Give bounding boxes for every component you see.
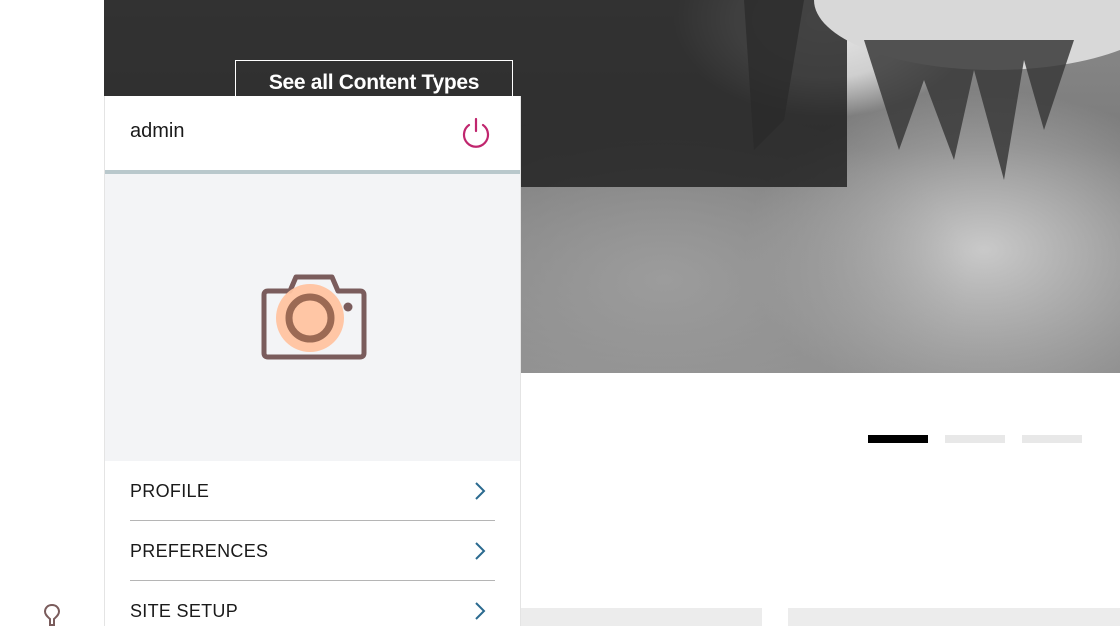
carousel-indicator-1[interactable] (868, 435, 928, 443)
menu-item-preferences[interactable]: PREFERENCES (130, 521, 495, 581)
camera-icon[interactable] (260, 271, 368, 361)
user-menu-list: PROFILE PREFERENCES SITE SETUP (105, 461, 520, 626)
avatar-upload-area[interactable] (105, 174, 520, 461)
location-pin-icon[interactable] (40, 603, 64, 627)
user-panel-header: admin (105, 96, 520, 174)
menu-item-site-setup[interactable]: SITE SETUP (130, 581, 495, 626)
hero-flower-image (744, 0, 1120, 180)
carousel-indicator-2[interactable] (945, 435, 1005, 443)
left-toolbar (0, 0, 104, 626)
menu-item-label: SITE SETUP (130, 601, 239, 621)
carousel-indicator-3[interactable] (1022, 435, 1082, 443)
username-label: admin (130, 120, 185, 142)
menu-item-label: PROFILE (130, 481, 210, 501)
menu-item-label: PREFERENCES (130, 541, 269, 561)
chevron-right-icon (475, 542, 486, 560)
chevron-right-icon (475, 602, 486, 620)
power-icon[interactable] (458, 115, 494, 151)
chevron-right-icon (475, 482, 486, 500)
content-card[interactable] (788, 608, 1120, 626)
user-menu-panel: admin PROFILE PREFERENCES SITE SETUP (104, 96, 521, 626)
content-card[interactable] (521, 608, 762, 626)
menu-item-profile[interactable]: PROFILE (130, 461, 495, 521)
